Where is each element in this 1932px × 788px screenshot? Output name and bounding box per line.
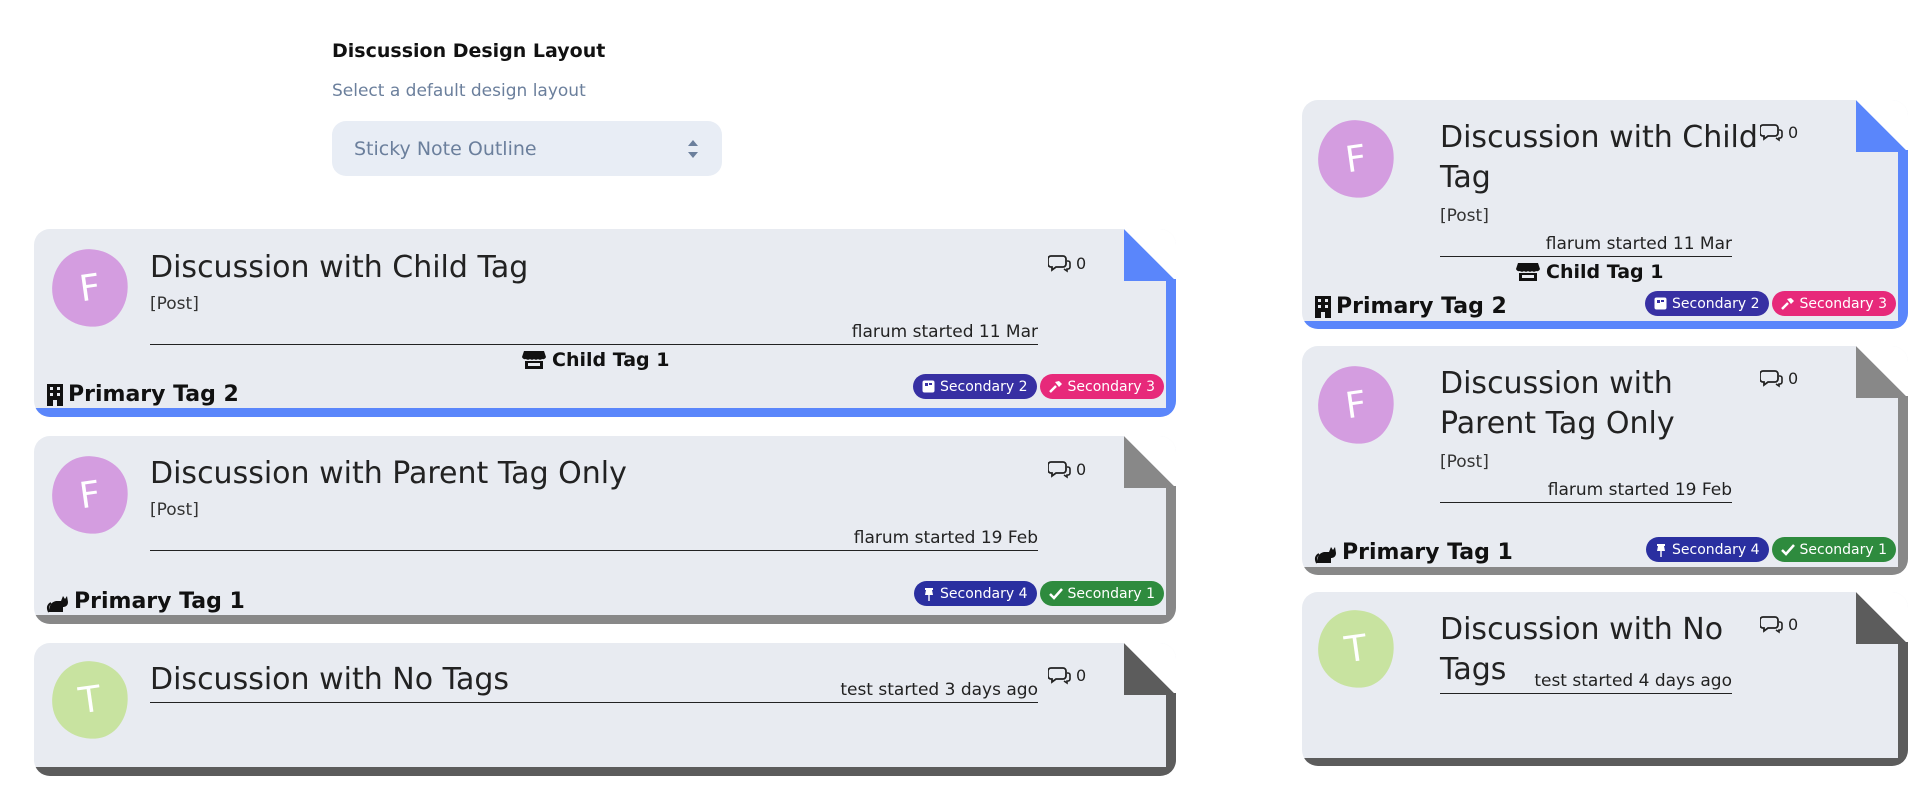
- secondary-tags: Secondary 2 Secondary 3: [1645, 291, 1896, 316]
- corner-fold: [1856, 346, 1908, 398]
- discussion-card-parent-tag[interactable]: F Discussion with Parent Tag Only [Post]…: [34, 436, 1176, 624]
- discussion-meta: flarum started 19 Feb: [1440, 480, 1732, 503]
- discussion-title[interactable]: Discussion with Child Tag: [150, 248, 528, 288]
- layout-select[interactable]: Sticky Note Outline: [332, 121, 722, 176]
- thumbtack-icon: [1657, 543, 1665, 557]
- card-bottom-border: [1302, 567, 1908, 575]
- card-right-border: [1898, 396, 1908, 575]
- secondary-tag[interactable]: Secondary 1: [1771, 537, 1896, 562]
- secondary-tag[interactable]: Secondary 2: [1645, 291, 1769, 316]
- hammer-icon: [1780, 297, 1794, 310]
- discussion-card-no-tags-narrow[interactable]: T Discussion with No Tags 0 test started…: [1302, 592, 1908, 766]
- card-bottom-border: [1302, 321, 1908, 329]
- card-right-border: [1166, 486, 1176, 624]
- primary-tag[interactable]: Primary Tag 1: [1314, 540, 1513, 565]
- reply-count: 0: [1048, 253, 1086, 273]
- discussion-meta: flarum started 11 Mar: [150, 322, 1038, 345]
- discussion-meta: flarum started 19 Feb: [150, 528, 1038, 551]
- author-avatar[interactable]: T: [1312, 605, 1400, 693]
- discussion-excerpt: [Post]: [150, 500, 199, 520]
- card-right-border: [1898, 642, 1908, 766]
- discussion-meta: flarum started 11 Mar: [1440, 234, 1732, 257]
- building-icon: [1315, 295, 1331, 318]
- comments-icon: [1760, 616, 1783, 634]
- discussion-meta: test started 4 days ago: [1440, 671, 1732, 694]
- comments-icon: [1048, 255, 1071, 273]
- secondary-tags: Secondary 4 Secondary 1: [914, 581, 1164, 606]
- cat-icon: [1314, 546, 1336, 563]
- corner-fold: [1124, 436, 1176, 488]
- discussion-card-parent-tag-narrow[interactable]: F Discussion with Parent Tag Only [Post]…: [1302, 346, 1908, 575]
- author-avatar[interactable]: F: [46, 244, 134, 332]
- secondary-tag[interactable]: Secondary 3: [1039, 374, 1164, 399]
- card-bottom-border: [34, 408, 1176, 417]
- discussion-title[interactable]: Discussion with Child Tag: [1440, 118, 1758, 198]
- reply-count: 0: [1048, 665, 1086, 685]
- child-tag[interactable]: Child Tag 1: [522, 349, 669, 371]
- design-layout-setting: Discussion Design Layout Select a defaul…: [332, 40, 852, 176]
- reply-count: 0: [1760, 614, 1798, 634]
- discussion-meta: test started 3 days ago: [150, 680, 1038, 703]
- discussion-card-no-tags[interactable]: T Discussion with No Tags 0 test started…: [34, 643, 1176, 776]
- select-arrows-icon: [686, 138, 700, 160]
- card-bottom-border: [1302, 758, 1908, 766]
- corner-fold: [1856, 592, 1908, 644]
- primary-tag[interactable]: Primary Tag 2: [46, 382, 239, 407]
- store-icon: [522, 351, 546, 369]
- author-avatar[interactable]: F: [1312, 115, 1400, 203]
- card-right-border: [1166, 693, 1176, 776]
- author-avatar[interactable]: F: [46, 451, 134, 539]
- card-bottom-border: [34, 615, 1176, 624]
- comments-icon: [1760, 124, 1783, 142]
- discussion-title[interactable]: Discussion with Parent Tag Only: [150, 454, 627, 494]
- newspaper-icon: [922, 380, 935, 393]
- discussion-card-child-tag-narrow[interactable]: F Discussion with Child Tag [Post] 0 fla…: [1302, 100, 1908, 329]
- discussion-title[interactable]: Discussion with Parent Tag Only: [1440, 364, 1675, 444]
- building-icon: [47, 383, 63, 406]
- corner-fold: [1124, 643, 1176, 695]
- secondary-tag[interactable]: Secondary 1: [1039, 581, 1164, 606]
- corner-fold: [1124, 229, 1176, 281]
- hammer-icon: [1048, 380, 1062, 393]
- store-icon: [1516, 263, 1540, 281]
- discussion-excerpt: [Post]: [150, 294, 199, 314]
- secondary-tag[interactable]: Secondary 2: [913, 374, 1037, 399]
- card-right-border: [1166, 279, 1176, 417]
- discussion-excerpt: [Post]: [1440, 206, 1489, 226]
- setting-help-text: Select a default design layout: [332, 81, 586, 101]
- primary-tag[interactable]: Primary Tag 1: [46, 589, 245, 614]
- card-bottom-border: [34, 767, 1176, 776]
- layout-select-value: Sticky Note Outline: [354, 137, 537, 160]
- corner-fold: [1856, 100, 1908, 152]
- comments-icon: [1048, 461, 1071, 479]
- newspaper-icon: [1654, 297, 1667, 310]
- cat-icon: [46, 595, 68, 612]
- discussion-excerpt: [Post]: [1440, 452, 1489, 472]
- thumbtack-icon: [925, 587, 933, 601]
- secondary-tag[interactable]: Secondary 3: [1771, 291, 1896, 316]
- check-icon: [1780, 543, 1795, 556]
- check-icon: [1048, 587, 1063, 600]
- comments-icon: [1760, 370, 1783, 388]
- author-avatar[interactable]: T: [46, 656, 134, 744]
- secondary-tag[interactable]: Secondary 4: [914, 581, 1037, 606]
- author-avatar[interactable]: F: [1312, 361, 1400, 449]
- reply-count: 0: [1760, 368, 1798, 388]
- secondary-tag[interactable]: Secondary 4: [1646, 537, 1769, 562]
- secondary-tags: Secondary 4 Secondary 1: [1646, 537, 1896, 562]
- secondary-tags: Secondary 2 Secondary 3: [913, 374, 1164, 399]
- primary-tag[interactable]: Primary Tag 2: [1314, 294, 1507, 319]
- card-right-border: [1898, 150, 1908, 329]
- reply-count: 0: [1048, 459, 1086, 479]
- comments-icon: [1048, 667, 1071, 685]
- child-tag[interactable]: Child Tag 1: [1516, 261, 1663, 283]
- reply-count: 0: [1760, 122, 1798, 142]
- discussion-card-child-tag[interactable]: F Discussion with Child Tag [Post] 0 fla…: [34, 229, 1176, 417]
- setting-title: Discussion Design Layout: [332, 40, 606, 62]
